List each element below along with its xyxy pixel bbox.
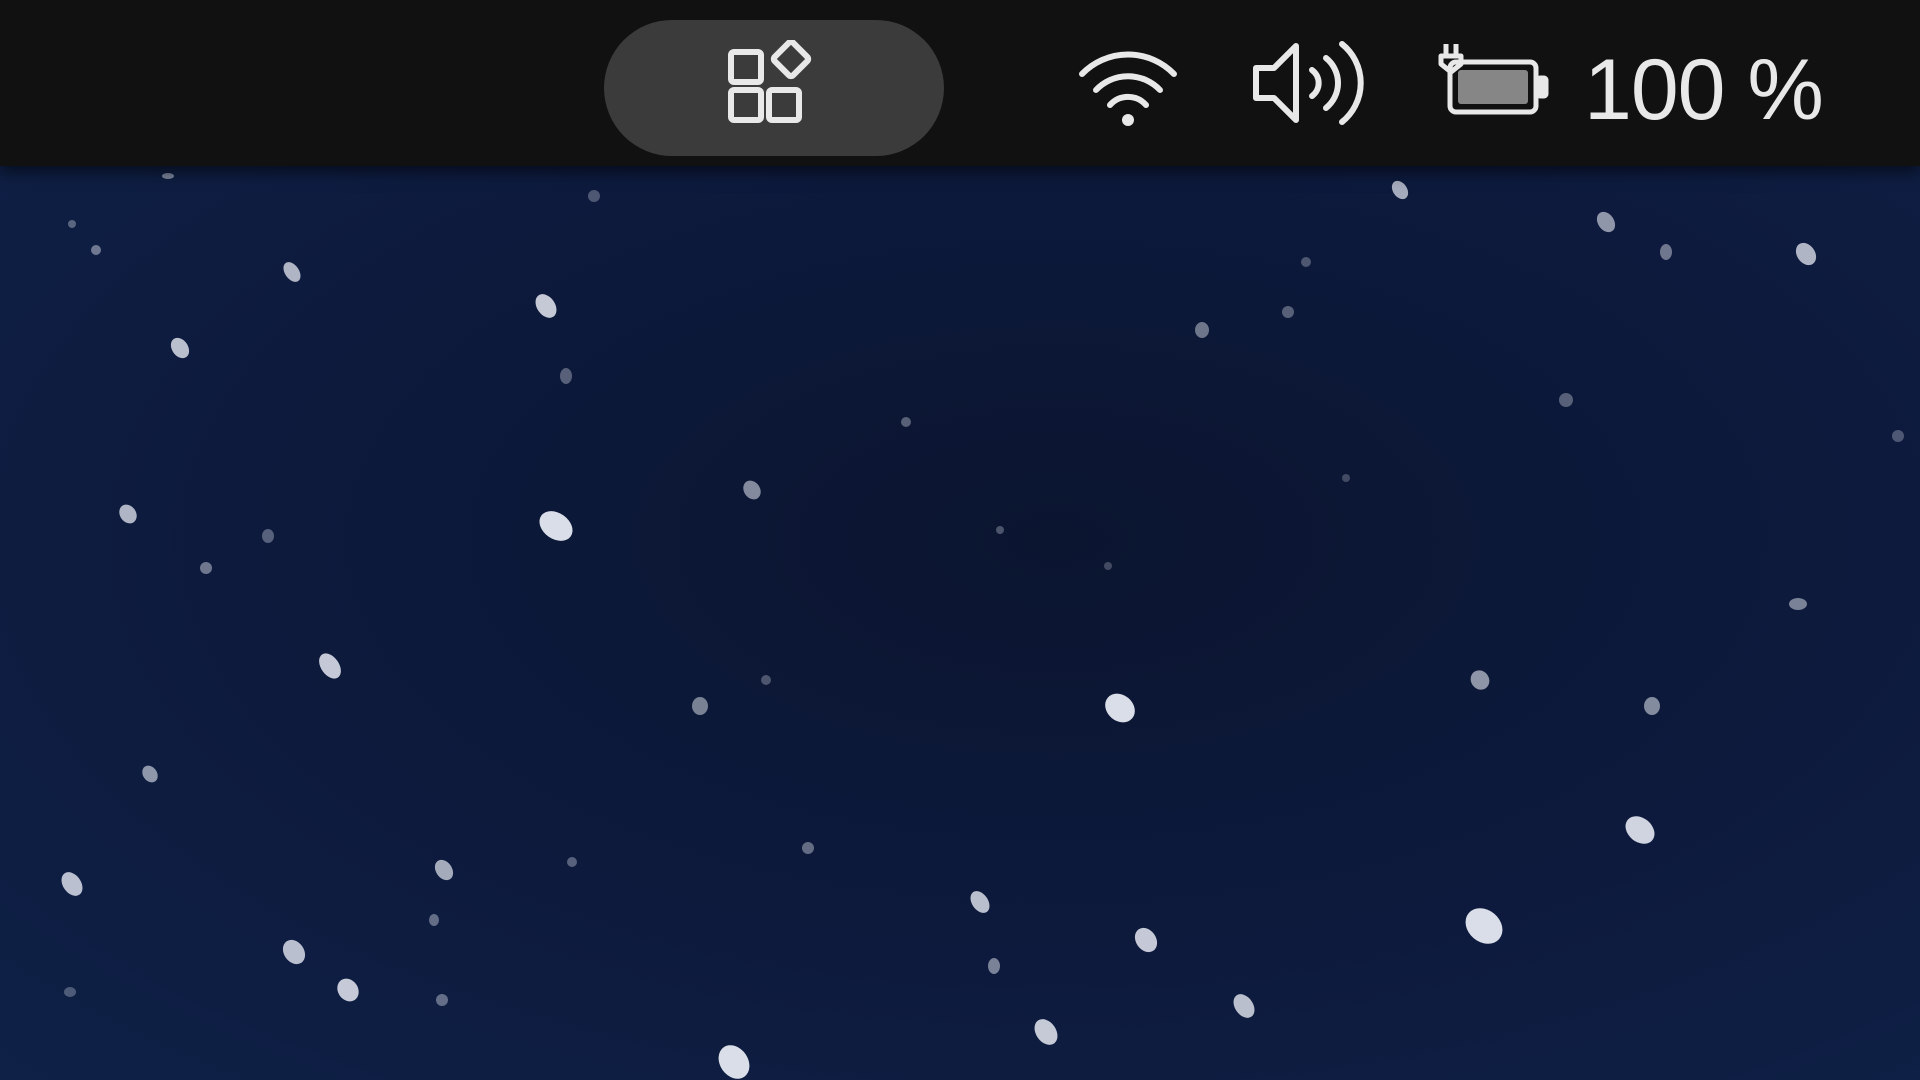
battery-percentage: 100 %	[1584, 42, 1824, 138]
widgets-button[interactable]	[604, 20, 944, 156]
desktop-screen: 100 %	[0, 0, 1920, 1080]
battery-status[interactable]	[1436, 38, 1552, 128]
wifi-icon	[1072, 40, 1184, 134]
desktop-wallpaper	[61, 173, 1904, 1079]
volume-icon	[1250, 32, 1370, 138]
top-bar: 100 %	[0, 0, 1920, 166]
widgets-icon	[722, 38, 826, 136]
volume-status[interactable]	[1250, 34, 1370, 136]
battery-charging-icon	[1436, 36, 1552, 130]
wifi-status[interactable]	[1072, 42, 1184, 132]
star-field	[61, 173, 1904, 1079]
